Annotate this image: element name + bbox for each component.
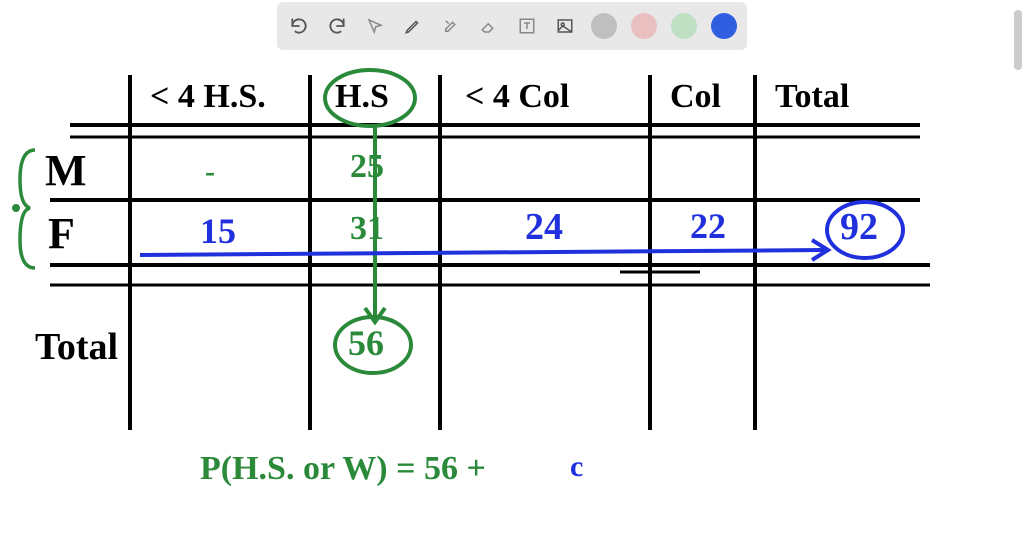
cell-m-hs: 25 xyxy=(350,148,384,186)
header-lt4col: < 4 Col xyxy=(465,78,569,116)
color-blue[interactable] xyxy=(711,13,737,39)
cell-f-lt4col: 24 xyxy=(525,205,563,249)
pencil-icon[interactable] xyxy=(401,14,425,38)
equation-cursor: c xyxy=(570,450,583,484)
whiteboard-canvas[interactable]: < 4 H.S. H.S < 4 Col Col Total M - 25 F … xyxy=(0,50,1024,552)
row-m-label: M xyxy=(45,145,87,196)
header-lt4hs: < 4 H.S. xyxy=(150,78,266,116)
cell-f-lt4hs: 15 xyxy=(200,210,236,252)
row-total-label: Total xyxy=(35,325,118,369)
scrollbar-vertical[interactable] xyxy=(1014,10,1022,70)
equation: P(H.S. or W) = 56 + xyxy=(200,450,486,488)
header-col: Col xyxy=(670,78,721,116)
eraser-icon[interactable] xyxy=(477,14,501,38)
cell-f-hs: 31 xyxy=(350,210,384,248)
undo-icon[interactable] xyxy=(287,14,311,38)
color-gray[interactable] xyxy=(591,13,617,39)
text-icon[interactable] xyxy=(515,14,539,38)
cell-m-lt4hs: - xyxy=(205,155,215,189)
cell-f-total: 92 xyxy=(840,205,878,249)
toolbar xyxy=(277,2,747,50)
table-grid xyxy=(0,50,1024,552)
color-green[interactable] xyxy=(671,13,697,39)
image-icon[interactable] xyxy=(553,14,577,38)
cell-f-col: 22 xyxy=(690,205,726,247)
redo-icon[interactable] xyxy=(325,14,349,38)
pointer-icon[interactable] xyxy=(363,14,387,38)
tools-icon[interactable] xyxy=(439,14,463,38)
cell-total-hs: 56 xyxy=(348,322,384,364)
row-f-label: F xyxy=(48,208,75,259)
header-hs: H.S xyxy=(335,78,389,116)
color-pink[interactable] xyxy=(631,13,657,39)
header-total: Total xyxy=(775,78,849,116)
